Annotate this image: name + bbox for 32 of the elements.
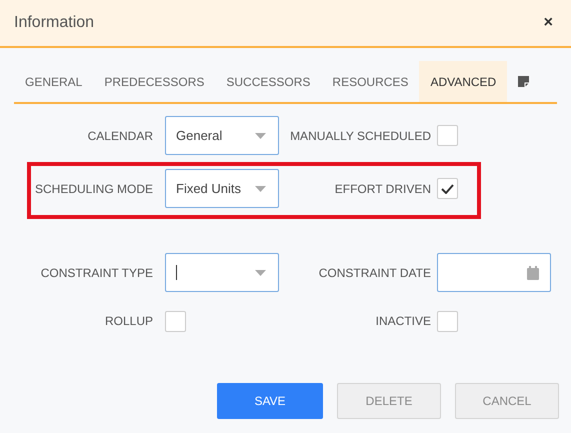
tab[interactable]: PREDECESSORS [93,61,216,102]
checkbox[interactable] [437,178,458,199]
checkbox[interactable] [437,310,458,332]
field-label: EFFORT DRIVEN [334,180,431,198]
dropdown-field[interactable]: General [165,116,279,155]
tab[interactable]: GENERAL [14,61,94,102]
tab[interactable]: ADVANCED [419,61,508,102]
dropdown-field[interactable]: Fixed Units [165,169,279,208]
date-field[interactable] [437,253,551,292]
field-label: CONSTRAINT DATE [318,264,431,282]
check-icon [441,184,454,194]
calendar-icon [527,266,539,280]
checkbox[interactable] [165,310,186,332]
field-label: INACTIVE [374,313,431,330]
field-label: CALENDAR [86,128,153,144]
dialog-button[interactable]: SAVE [217,383,323,419]
note-icon [518,76,530,87]
field-label: CONSTRAINT TYPE [40,264,153,282]
dialog-button[interactable]: DELETE [337,383,441,419]
close-button[interactable]: × [540,11,557,35]
caret-icon [255,270,266,276]
dropdown-field[interactable] [165,253,279,292]
caret-icon [255,132,266,138]
field-label: ROLLUP [104,313,153,330]
caret-icon [255,186,266,192]
tab[interactable]: RESOURCES [321,61,420,102]
tab[interactable]: SUCCESSORS [215,61,322,102]
dialog-button[interactable]: CANCEL [455,383,559,419]
field-label: SCHEDULING MODE [34,180,153,198]
dialog-title: Information [14,13,94,33]
field-label: MANUALLY SCHEDULED [289,128,431,144]
checkbox[interactable] [437,125,458,146]
